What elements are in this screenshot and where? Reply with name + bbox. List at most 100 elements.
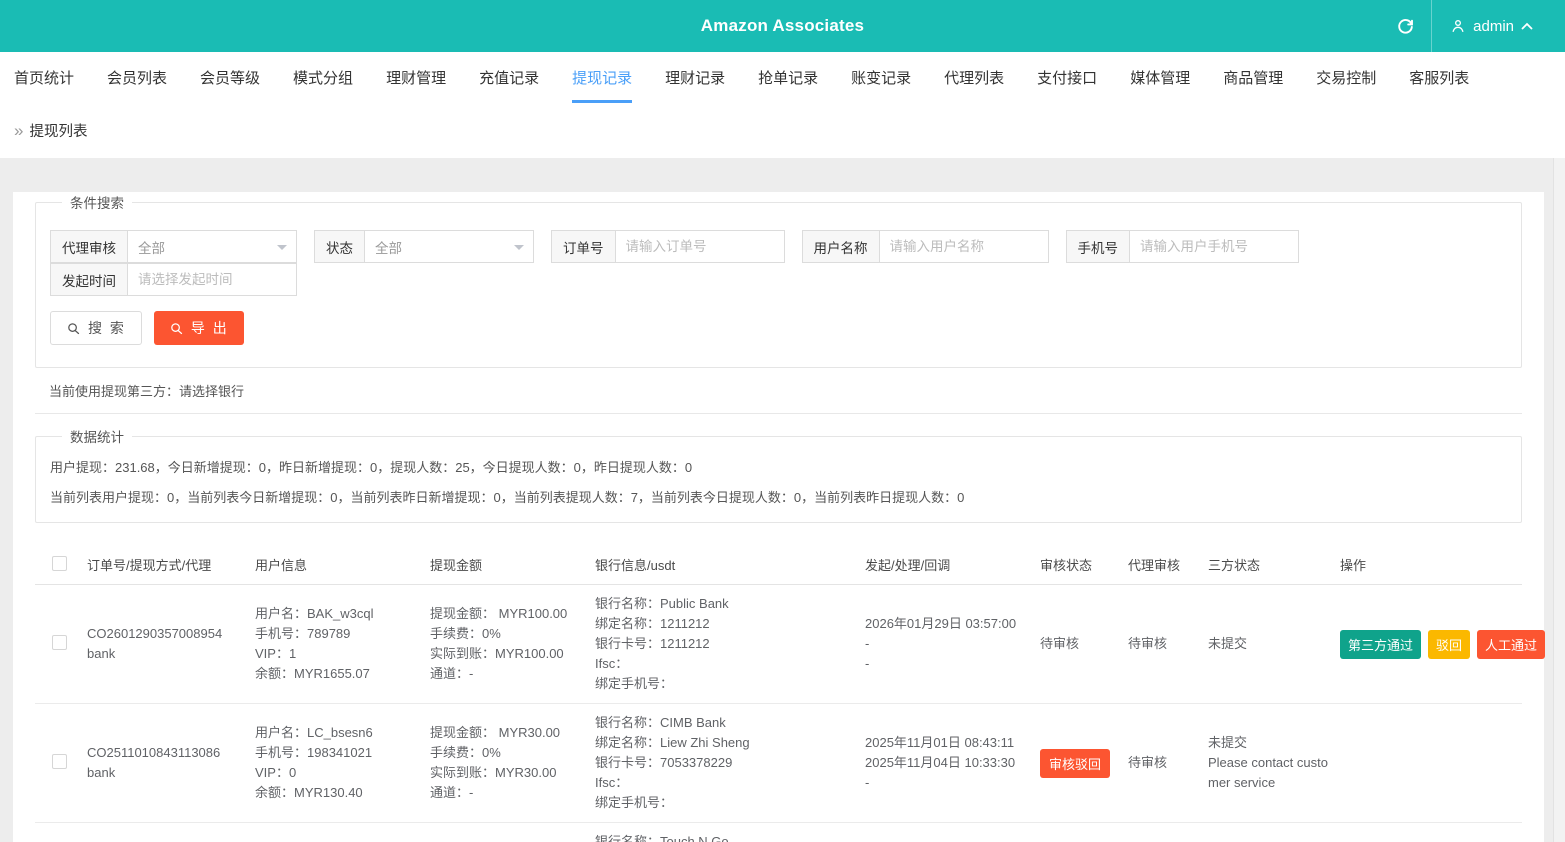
cell-time: 2025年10月31日 03:04:422025年10月31日 04:06:41… [861, 823, 1036, 842]
field-input[interactable] [879, 230, 1049, 263]
nav-tab-12[interactable]: 支付接口 [1037, 52, 1097, 103]
third-party-notice: 当前使用提现第三方：请选择银行 [35, 368, 1522, 414]
nav-tab-13[interactable]: 媒体管理 [1130, 52, 1190, 103]
cell-agent-audit: 待审核 [1124, 704, 1204, 823]
cell-line: 银行卡号：7053378229 [595, 753, 857, 773]
nav-tab-2[interactable]: 会员列表 [107, 52, 167, 103]
nav-tab-3[interactable]: 会员等级 [200, 52, 260, 103]
field-label: 代理审核 [50, 230, 127, 263]
cell-audit-status: 待审核 [1036, 585, 1124, 704]
cell-line: 用户名：BAK_w3cql [255, 604, 422, 624]
stats-legend: 数据统计 [62, 426, 132, 446]
audit-status-text: 待审核 [1040, 636, 1079, 651]
cell-line: 手续费：0% [430, 624, 587, 644]
nav-tabs: 首页统计会员列表会员等级模式分组理财管理充值记录提现记录理财记录抢单记录账变记录… [0, 52, 1565, 103]
stats-fieldset: 数据统计 用户提现：231.68，今日新增提现：0，昨日新增提现：0，提现人数：… [35, 426, 1522, 523]
stats-line-total: 用户提现：231.68，今日新增提现：0，昨日新增提现：0，提现人数：25，今日… [50, 456, 1507, 480]
cell-line: 待审核 [1128, 753, 1200, 773]
scrollbar[interactable] [1553, 158, 1565, 842]
third-party-pass-button[interactable]: 第三方通过 [1340, 630, 1421, 659]
nav-tab-15[interactable]: 交易控制 [1316, 52, 1376, 103]
cell-line: 通道：- [430, 664, 587, 684]
select-all-checkbox[interactable] [52, 556, 67, 571]
field-input[interactable] [615, 230, 785, 263]
row-checkbox[interactable] [52, 754, 67, 769]
filter-select[interactable]: 全部 [364, 230, 534, 263]
audit-status-badge: 审核驳回 [1040, 749, 1110, 778]
field-input[interactable] [127, 263, 297, 296]
nav-tab-10[interactable]: 账变记录 [851, 52, 911, 103]
row-checkbox[interactable] [52, 635, 67, 650]
search-field: 代理审核全部 [50, 230, 297, 263]
breadcrumb-icon: » [14, 121, 23, 141]
user-menu[interactable]: admin [1432, 0, 1551, 52]
cell-bank: 银行名称：CIMB Bank绑定名称：Liew Zhi Sheng银行卡号：70… [591, 704, 861, 823]
cell-actions: 第三方通过驳回人工通过 [1336, 585, 1522, 704]
cell-line: 待审核 [1128, 634, 1200, 654]
cell-line: Please contact customer service [1208, 753, 1332, 793]
cell-amount: 提现金额： MYR108.46手续费：0%实际到账：MYR108.46通道：- [426, 823, 591, 842]
cell-line: bank [87, 763, 247, 783]
nav-tab-8[interactable]: 理财记录 [665, 52, 725, 103]
checkbox-cell [35, 823, 83, 842]
export-button[interactable]: 导 出 [154, 311, 244, 345]
search-icon [169, 321, 184, 336]
nav-tab-11[interactable]: 代理列表 [944, 52, 1004, 103]
cell-agent-audit: 待审核 [1124, 585, 1204, 704]
cell-third-status: 未提交Contact CS [1204, 823, 1336, 842]
field-input[interactable] [1129, 230, 1299, 263]
cell-time: 2026年01月29日 03:57:00-- [861, 585, 1036, 704]
cell-line: 银行卡号：1211212 [595, 634, 857, 654]
export-button-label: 导 出 [191, 318, 229, 338]
cell-line: 2026年01月29日 03:57:00 [865, 614, 1032, 634]
cell-line: Ifsc： [595, 654, 857, 674]
search-field: 订单号 [551, 230, 785, 263]
column-header: 订单号/提现方式/代理 [83, 545, 251, 585]
filter-select[interactable]: 全部 [127, 230, 297, 263]
table-row: CO2511010843113086bank用户名：LC_bsesn6手机号：1… [35, 704, 1522, 823]
cell-line: VIP：0 [255, 763, 422, 783]
app-title: Amazon Associates [0, 16, 1565, 36]
cell-line: 未提交 [1208, 733, 1332, 753]
cell-line: 实际到账：MYR100.00 [430, 644, 587, 664]
search-legend: 条件搜索 [62, 192, 132, 212]
search-button[interactable]: 搜 索 [50, 311, 142, 345]
checkbox-cell [35, 585, 83, 704]
nav-tab-9[interactable]: 抢单记录 [758, 52, 818, 103]
cell-audit-status: 审核驳回 [1036, 704, 1124, 823]
cell-line: Ifsc： [595, 773, 857, 793]
cell-line: 未提交 [1208, 634, 1332, 654]
cell-amount: 提现金额： MYR30.00手续费：0%实际到账：MYR30.00通道：- [426, 704, 591, 823]
nav-tab-4[interactable]: 模式分组 [293, 52, 353, 103]
checkbox-cell [35, 704, 83, 823]
cell-line: 银行名称：Touch N Go [595, 832, 857, 842]
cell-agent-audit: 待审核 [1124, 823, 1204, 842]
person-icon [1450, 18, 1466, 34]
nav-tab-7[interactable]: 提现记录 [572, 52, 632, 103]
search-icon [66, 321, 81, 336]
content-area: 条件搜索 代理审核全部状态全部订单号用户名称手机号发起时间 搜 索 导 出 当前… [0, 158, 1565, 842]
cell-line: 实际到账：MYR30.00 [430, 763, 587, 783]
reject-button[interactable]: 驳回 [1428, 630, 1470, 659]
cell-line: 绑定名称：1211212 [595, 614, 857, 634]
refresh-button[interactable] [1379, 0, 1431, 52]
search-fields: 代理审核全部状态全部订单号用户名称手机号发起时间 [50, 230, 1507, 296]
cell-line: 手机号：198341021 [255, 743, 422, 763]
topbar: Amazon Associates admin [0, 0, 1565, 52]
search-field: 状态全部 [314, 230, 534, 263]
cell-line: 绑定名称：Liew Zhi Sheng [595, 733, 857, 753]
nav-tab-16[interactable]: 客服列表 [1409, 52, 1469, 103]
manual-pass-button[interactable]: 人工通过 [1477, 630, 1545, 659]
search-fieldset: 条件搜索 代理审核全部状态全部订单号用户名称手机号发起时间 搜 索 导 出 [35, 192, 1522, 368]
column-header: 三方状态 [1204, 545, 1336, 585]
column-header: 操作 [1336, 545, 1522, 585]
nav-tab-14[interactable]: 商品管理 [1223, 52, 1283, 103]
cell-line: 提现金额： MYR100.00 [430, 604, 587, 624]
field-label: 订单号 [551, 230, 615, 263]
nav-tab-5[interactable]: 理财管理 [386, 52, 446, 103]
field-label: 状态 [314, 230, 364, 263]
search-field: 手机号 [1066, 230, 1300, 263]
nav-tab-6[interactable]: 充值记录 [479, 52, 539, 103]
cell-line: 2025年11月01日 08:43:11 [865, 733, 1032, 753]
nav-tab-1[interactable]: 首页统计 [14, 52, 74, 103]
